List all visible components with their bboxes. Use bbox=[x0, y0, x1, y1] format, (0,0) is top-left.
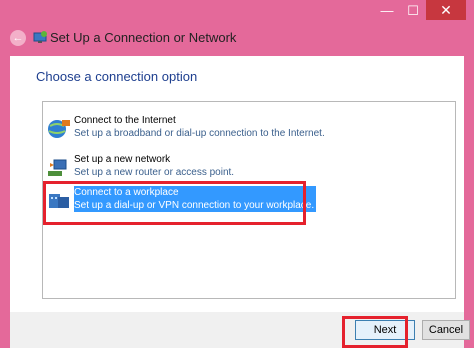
back-arrow-icon[interactable]: ← bbox=[10, 30, 26, 46]
close-button[interactable]: ✕ bbox=[426, 0, 466, 20]
setup-connection-window: — ☐ ✕ ← Set Up a Connection or Network C… bbox=[0, 0, 474, 348]
router-icon bbox=[46, 155, 72, 181]
title-bar: — ☐ ✕ ← Set Up a Connection or Network bbox=[0, 0, 474, 56]
cancel-button[interactable]: Cancel bbox=[422, 320, 470, 340]
window-title: Set Up a Connection or Network bbox=[50, 30, 237, 45]
option-connect-internet[interactable]: Connect to the Internet Set up a broadba… bbox=[46, 114, 446, 144]
next-annotation-box bbox=[342, 316, 408, 348]
option-title: Connect to the Internet bbox=[74, 115, 176, 126]
network-setup-icon bbox=[32, 30, 48, 46]
option-description: Set up a new router or access point. bbox=[74, 167, 235, 178]
option-title: Set up a new network bbox=[74, 154, 171, 165]
window-controls: — ☐ ✕ bbox=[374, 0, 466, 20]
globe-network-icon bbox=[46, 116, 72, 142]
workplace-annotation-box bbox=[43, 181, 306, 225]
page-heading: Choose a connection option bbox=[36, 69, 198, 84]
maximize-button[interactable]: ☐ bbox=[400, 0, 426, 20]
option-description: Set up a broadband or dial-up connection… bbox=[74, 128, 325, 139]
option-new-network[interactable]: Set up a new network Set up a new router… bbox=[46, 153, 446, 183]
minimize-button[interactable]: — bbox=[374, 0, 400, 20]
